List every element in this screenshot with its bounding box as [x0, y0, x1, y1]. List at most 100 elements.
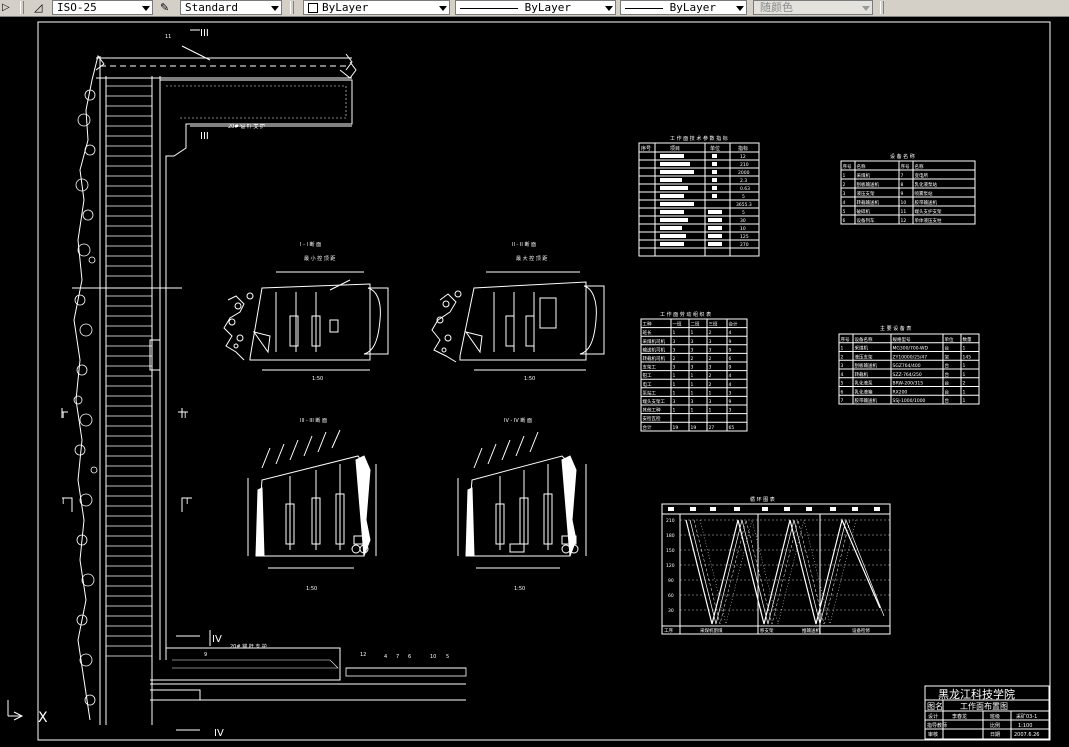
tech-header: 序号: [641, 145, 651, 152]
table-cell: 单位: [945, 336, 954, 343]
table-cell: 1: [963, 363, 966, 369]
table-cell: 9: [729, 339, 732, 345]
table-cell: 4: [729, 330, 732, 336]
table-cell: 序号: [841, 336, 850, 343]
table-cell: 6: [841, 389, 844, 395]
table-cell: 6: [729, 356, 732, 362]
table-cell: 设备名称: [855, 336, 873, 343]
dim-style-icon: ◿: [34, 1, 43, 14]
table-cell: 数量: [963, 336, 972, 343]
cycle-chart-title: 循 环 图 表: [750, 496, 775, 503]
chevron-down-icon[interactable]: [605, 6, 613, 11]
chevron-down-icon: [862, 6, 870, 11]
section-iv-scale: 1:50: [514, 586, 525, 592]
table-cell: 4: [729, 373, 732, 379]
drawing-canvas[interactable]: III III IV IV I I I I 20# 锚 杆 支 护 20# 锚 …: [0, 16, 1069, 743]
chevron-down-icon[interactable]: [271, 6, 279, 11]
table-cell: 10: [901, 200, 907, 206]
table-cell: 端头支架工: [643, 398, 666, 405]
scale-label: 比例: [990, 722, 1000, 729]
table-cell: 班长: [643, 329, 652, 336]
toolbar-grip[interactable]: [290, 1, 294, 14]
section-ii-scale: 1:50: [524, 376, 535, 382]
main-equip-title: 主 要 设 备 表: [880, 325, 911, 332]
table-cell: 台: [945, 388, 950, 395]
title-block: 黑龙江科技学院 图名 工作面布置图 设计 李春龙 班级 采矿03-1 指导教师 …: [924, 685, 1050, 740]
cycle-y-tick: 120: [666, 563, 675, 569]
shearer-section: [539, 297, 557, 329]
table-cell: 1: [673, 408, 676, 414]
labor-table-title: 工 作 面 劳 动 组 织 表: [660, 311, 711, 318]
ucs-x-label: X: [38, 710, 48, 726]
cycle-label: 移支架: [760, 627, 774, 634]
chevron-down-icon[interactable]: [439, 6, 447, 11]
table-cell: 1: [709, 390, 712, 396]
table-cell: 电工: [643, 381, 652, 388]
dim-style-select[interactable]: ISO-25: [52, 0, 153, 15]
table-cell: 5: [841, 381, 844, 387]
toolbar-arrow-icon[interactable]: ▷: [2, 2, 10, 13]
table-cell: 6: [843, 218, 846, 224]
section-label-iv: IV: [212, 634, 222, 645]
scale-value: 1:100: [1018, 723, 1032, 729]
toolbar-grip[interactable]: [20, 1, 24, 14]
table-cell: 三班: [709, 321, 718, 328]
equip-name-title: 设 备 名 称: [890, 153, 915, 160]
table-cell: 名称: [857, 163, 866, 170]
cycle-y-tick: 60: [668, 593, 674, 599]
table-cell: 支架工: [643, 364, 657, 371]
dim-style-value: ISO-25: [57, 1, 97, 14]
section-iii-title: III - III 断 面: [300, 417, 327, 424]
table-cell: 1: [963, 372, 966, 378]
table-cell: 工种: [643, 321, 652, 328]
cycle-label: 采煤机割煤: [700, 627, 723, 634]
class-label: 班级: [990, 713, 1000, 720]
support-note-top: 20# 锚 杆 支 护: [228, 123, 265, 130]
table-cell: 合计: [643, 424, 652, 431]
table-cell: 破碎机: [857, 208, 871, 215]
layer-select[interactable]: ByLayer: [303, 0, 450, 15]
date-value: 2007.6.26: [1014, 732, 1039, 738]
section-ii-title: II - II 断 面: [512, 241, 536, 248]
table-cell: 3: [841, 363, 844, 369]
table-cell: 液压支架: [855, 353, 873, 360]
drawing-name: 工作面布置图: [960, 701, 1008, 711]
coal-wall: [363, 287, 389, 355]
section-label-i-right: I: [184, 411, 186, 420]
section-i-diagram: I - I 断 面 最 小 控 顶 距 1:50: [223, 241, 389, 382]
text-style-select[interactable]: Standard: [180, 0, 282, 15]
table-cell: 1: [691, 373, 694, 379]
table-cell: 1: [709, 408, 712, 414]
tech-value: 125: [740, 234, 749, 240]
table-cell: 胶带输送机: [915, 199, 938, 206]
ucs-icon[interactable]: X: [7, 700, 48, 726]
table-cell: 12: [901, 218, 907, 224]
table-cell: 65: [729, 425, 735, 431]
table-cell: 2: [843, 182, 846, 188]
lineweight-select[interactable]: ByLayer: [620, 0, 747, 15]
table-cell: 刮板输送机: [855, 362, 878, 369]
marker-4: 4: [384, 654, 387, 660]
cycle-y-tick: 90: [668, 578, 674, 584]
tech-parameters-table: 工 作 面 技 术 参 数 指 标 序号 项目 单位 指标 12 210 200…: [638, 135, 760, 257]
tech-value: 30: [740, 218, 746, 224]
table-cell: 1: [673, 390, 676, 396]
chevron-down-icon[interactable]: [142, 6, 150, 11]
date-label: 日期: [990, 732, 1000, 738]
table-cell: 1: [963, 389, 966, 395]
chevron-down-icon[interactable]: [736, 6, 744, 11]
table-cell: SSJ-1000/1000: [893, 398, 926, 404]
equipment-name-table: 设 备 名 称 序号 名称 序号 名称1 采煤机 7 变电所2 刮板输送机 8 乳化液泵站3 液压支…: [840, 153, 976, 225]
cycle-y-tick: 30: [668, 608, 674, 614]
table-cell: 2: [709, 330, 712, 336]
section-iv-title: IV - IV 断 面: [504, 417, 532, 424]
table-cell: 9: [729, 365, 732, 371]
cycle-y-tick: 210: [666, 518, 675, 524]
table-cell: 端头支护支架: [915, 208, 942, 215]
table-cell: 合计: [729, 321, 738, 328]
marker-5: 5: [446, 654, 449, 660]
table-cell: 3: [673, 339, 676, 345]
table-cell: 1: [673, 330, 676, 336]
toolbar-grip[interactable]: [880, 1, 884, 14]
linetype-select[interactable]: ByLayer: [455, 0, 616, 15]
